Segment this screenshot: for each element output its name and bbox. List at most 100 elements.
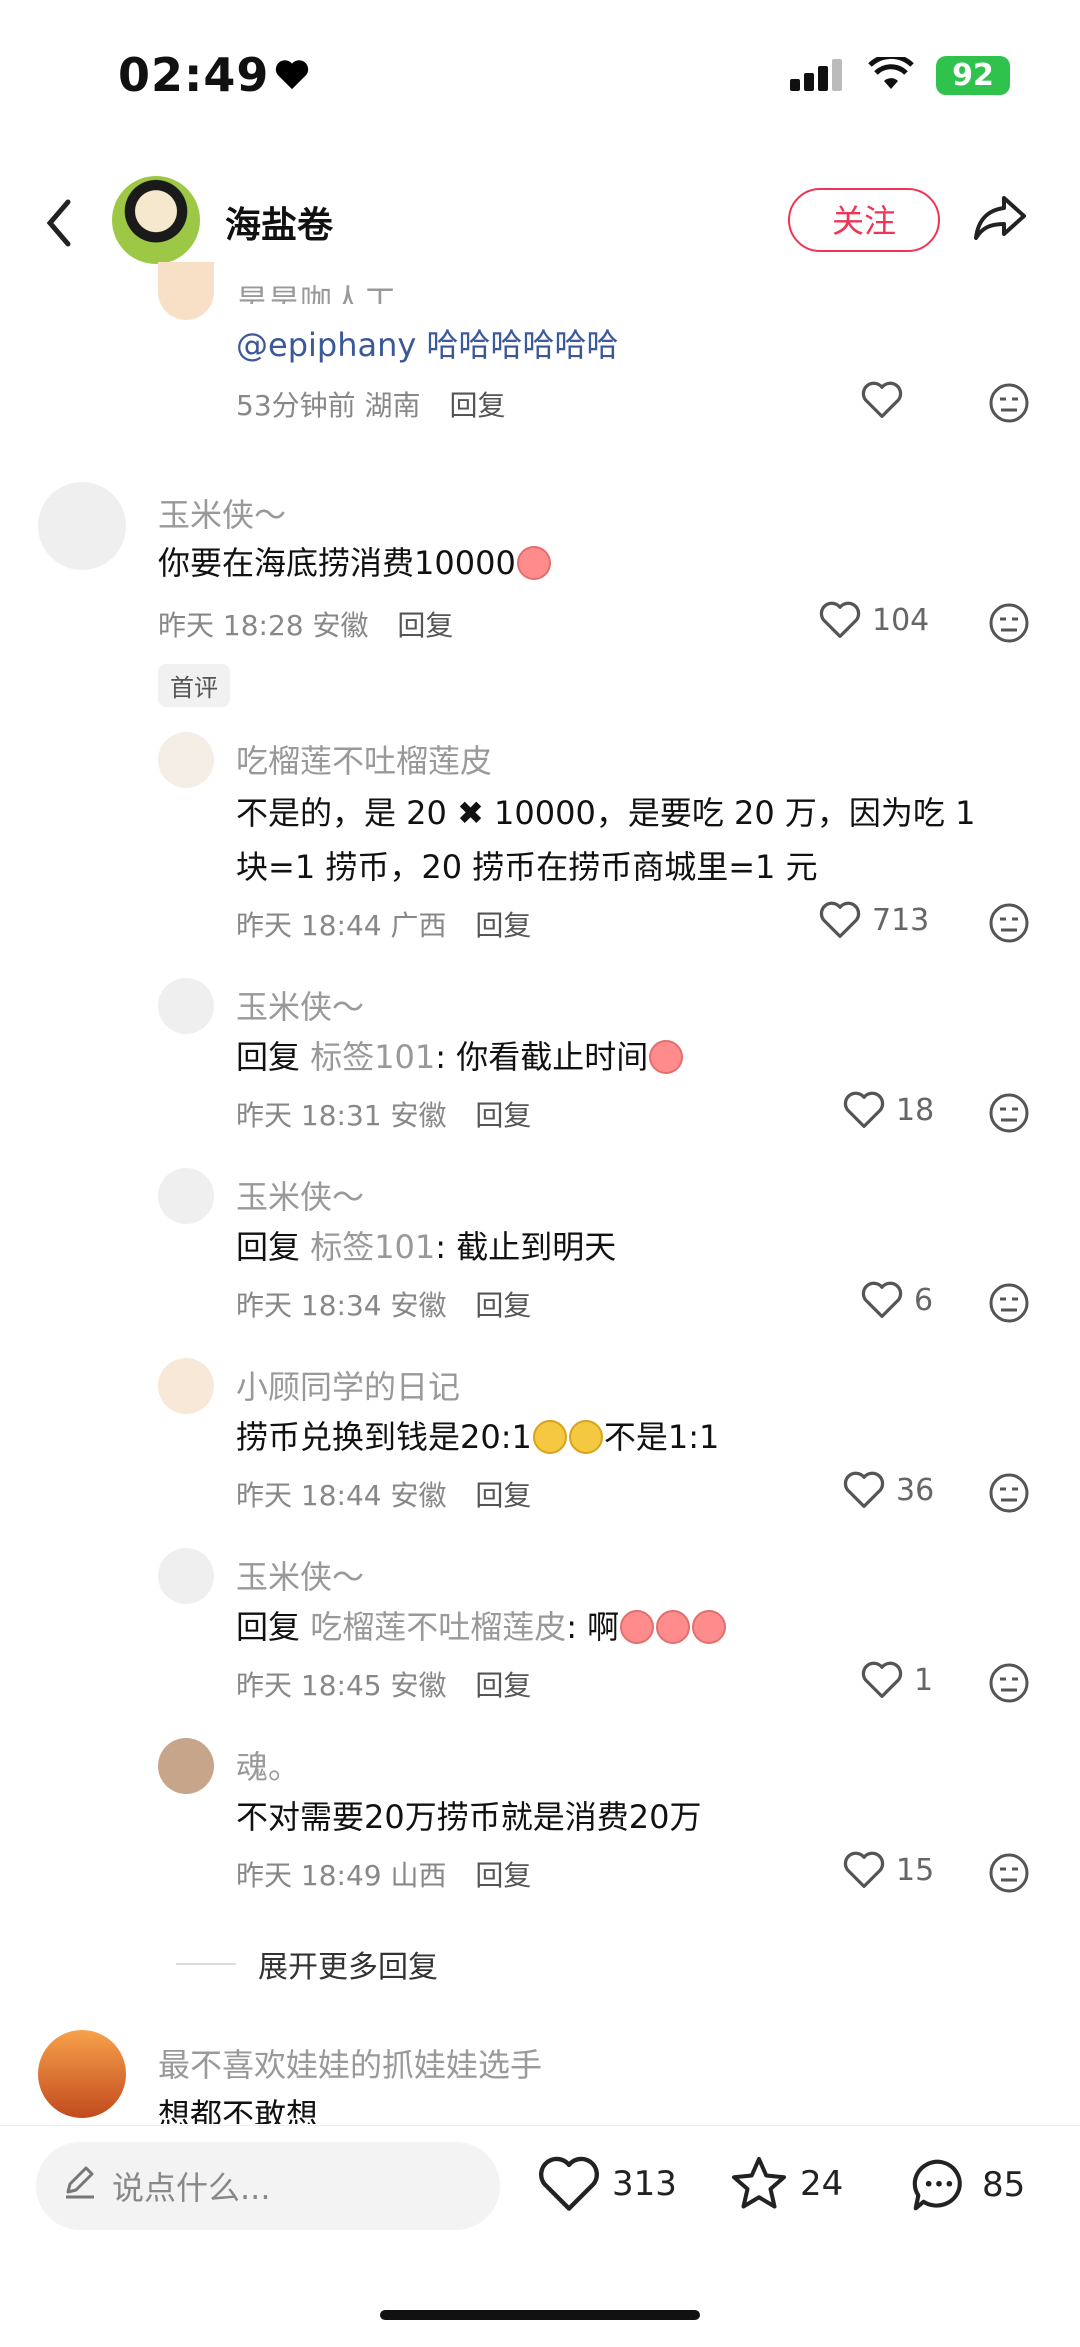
status-time: 02:49 xyxy=(118,48,309,102)
like-count: 6 xyxy=(914,1282,934,1318)
comment-meta: 昨天 18:28 安徽 回复 xyxy=(158,609,454,642)
wifi-icon xyxy=(868,53,914,95)
comment-input[interactable]: 说点什么... xyxy=(36,2142,500,2230)
emoji-icon xyxy=(568,1420,603,1454)
commenter-name[interactable]: 最不喜欢娃娃的抓娃娃选手 xyxy=(158,2040,542,2086)
commenter-avatar[interactable] xyxy=(158,732,214,788)
status-icons: 92 xyxy=(790,53,1010,95)
mention[interactable]: @epiphany 哈哈哈哈哈哈 xyxy=(236,326,619,364)
comment-meta: 昨天 18:45 安徽 回复 xyxy=(236,1669,532,1702)
like-count: 18 xyxy=(896,1092,935,1128)
like-count: 104 xyxy=(872,602,930,638)
crying-emoji-icon xyxy=(620,1610,655,1644)
comment-placeholder: 说点什么... xyxy=(112,2169,271,2207)
collect-button[interactable]: 24 xyxy=(728,2154,843,2214)
expand-more-label: 展开更多回复 xyxy=(258,1950,438,1985)
like-button[interactable]: 1 xyxy=(860,1660,933,1700)
commenter-avatar[interactable] xyxy=(158,1738,214,1794)
commenter-avatar[interactable] xyxy=(38,2030,126,2118)
author-avatar[interactable] xyxy=(112,176,200,264)
dislike-icon[interactable] xyxy=(988,1282,1030,1328)
commenter-name[interactable]: 玉米侠～ xyxy=(158,490,286,536)
commenter-avatar[interactable] xyxy=(158,262,214,320)
reply-target[interactable]: 标签101 xyxy=(310,1038,435,1076)
first-comment-badge: 首评 xyxy=(158,664,230,707)
divider xyxy=(176,1963,236,1965)
reply-button[interactable]: 回复 xyxy=(449,389,505,422)
battery-indicator: 92 xyxy=(936,56,1010,95)
comment-count: 85 xyxy=(982,2165,1026,2205)
like-button[interactable]: 36 xyxy=(842,1470,934,1510)
crying-emoji-icon xyxy=(516,546,551,580)
like-count: 15 xyxy=(896,1852,935,1888)
reply-target[interactable]: 吃榴莲不吐榴莲皮 xyxy=(310,1608,566,1646)
comment-text: 想都不敢想 xyxy=(158,2096,319,2124)
share-icon[interactable] xyxy=(972,192,1028,246)
reply-button[interactable]: 回复 xyxy=(397,609,453,642)
dislike-icon[interactable] xyxy=(988,1662,1030,1708)
crying-emoji-icon xyxy=(692,1610,727,1644)
comment-text: 不对需要20万捞币就是消费20万 xyxy=(236,1798,702,1836)
comment-meta: 昨天 18:44 广西 回复 xyxy=(236,909,532,942)
comment-text: 回复 标签101: 你看截止时间 xyxy=(236,1030,684,1084)
like-button[interactable]: 15 xyxy=(842,1850,934,1890)
like-count: 1 xyxy=(914,1662,934,1698)
reply-button[interactable]: 回复 xyxy=(475,1859,531,1892)
crying-emoji-icon xyxy=(649,1040,684,1074)
dislike-icon[interactable] xyxy=(988,602,1030,648)
crying-emoji-icon xyxy=(656,1610,691,1644)
like-post-button[interactable]: 313 xyxy=(536,2154,677,2214)
reply-button[interactable]: 回复 xyxy=(475,1479,531,1512)
emoji-icon xyxy=(532,1420,567,1454)
dislike-icon[interactable] xyxy=(988,382,1030,428)
comment-text: 回复 吃榴莲不吐榴莲皮: 啊 xyxy=(236,1600,727,1654)
like-button[interactable]: 713 xyxy=(818,900,929,940)
comment-text: 你要在海底捞消费10000 xyxy=(158,536,552,590)
like-count: 713 xyxy=(872,902,930,938)
commenter-avatar[interactable] xyxy=(158,1548,214,1604)
commenter-name[interactable]: 魂。 xyxy=(236,1742,300,1788)
comment-text: 回复 标签101: 截止到明天 xyxy=(236,1228,617,1266)
reply-target[interactable]: 标签101 xyxy=(310,1228,435,1266)
commenter-avatar[interactable] xyxy=(38,482,126,570)
commenter-avatar[interactable] xyxy=(158,1358,214,1414)
comment-meta: 53分钟前 湖南 回复 xyxy=(236,389,506,422)
like-button[interactable]: 104 xyxy=(818,600,929,640)
back-button[interactable] xyxy=(44,198,74,252)
home-indicator xyxy=(380,2310,700,2320)
commenter-name[interactable]: 玉米侠～ xyxy=(236,1172,364,1218)
commenter-name[interactable]: 小顾同学的日记 xyxy=(236,1362,460,1408)
comments-button[interactable]: 85 xyxy=(906,2154,1025,2216)
like-button[interactable]: 6 xyxy=(860,1280,933,1320)
commenter-name[interactable]: 昊昊咖人工 xyxy=(236,276,396,304)
follow-button[interactable]: 关注 xyxy=(788,188,940,252)
comment-text: @epiphany 哈哈哈哈哈哈 xyxy=(236,318,619,372)
comment-meta: 昨天 18:31 安徽 回复 xyxy=(236,1099,532,1132)
heart-status-icon xyxy=(275,48,309,102)
comment-text: 捞币兑换到钱是20:1 不是1:1 xyxy=(236,1418,720,1456)
commenter-avatar[interactable] xyxy=(158,1168,214,1224)
reply-button[interactable]: 回复 xyxy=(475,1289,531,1322)
dislike-icon[interactable] xyxy=(988,1852,1030,1898)
reply-button[interactable]: 回复 xyxy=(475,909,531,942)
commenter-name[interactable]: 玉米侠～ xyxy=(236,982,364,1028)
post-like-count: 313 xyxy=(612,2164,677,2204)
pencil-icon xyxy=(62,2164,98,2208)
like-button[interactable] xyxy=(860,380,904,424)
comment-meta: 昨天 18:44 安徽 回复 xyxy=(236,1479,532,1512)
expand-more-replies[interactable]: 展开更多回复 xyxy=(176,1942,438,1986)
reply-button[interactable]: 回复 xyxy=(475,1669,531,1702)
commenter-name[interactable]: 吃榴莲不吐榴莲皮 xyxy=(236,736,492,782)
comment-text: 不是的，是 20 ✖ 10000，是要吃 20 万，因为吃 1 块=1 捞币，2… xyxy=(236,794,976,886)
commenter-avatar[interactable] xyxy=(158,978,214,1034)
dislike-icon[interactable] xyxy=(988,1092,1030,1138)
author-name[interactable]: 海盐卷 xyxy=(225,196,333,248)
commenter-name[interactable]: 玉米侠～ xyxy=(236,1552,364,1598)
like-button[interactable]: 18 xyxy=(842,1090,934,1130)
star-count: 24 xyxy=(800,2164,844,2204)
dislike-icon[interactable] xyxy=(988,902,1030,948)
like-count: 36 xyxy=(896,1472,935,1508)
reply-button[interactable]: 回复 xyxy=(475,1099,531,1132)
comment-meta: 昨天 18:49 山西 回复 xyxy=(236,1859,532,1892)
dislike-icon[interactable] xyxy=(988,1472,1030,1518)
